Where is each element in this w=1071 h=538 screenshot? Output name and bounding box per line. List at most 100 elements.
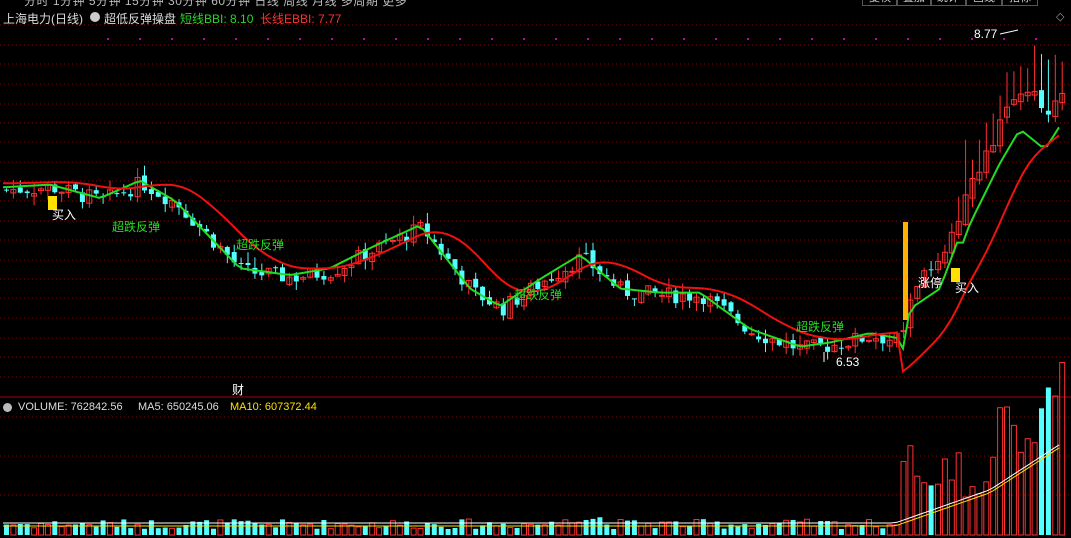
volume-bar	[776, 522, 782, 535]
candle-body	[838, 347, 844, 349]
volume-bar	[665, 521, 672, 536]
signal-dot	[971, 38, 973, 40]
candle-body	[4, 189, 9, 191]
volume-bar	[252, 522, 258, 535]
ma5-label: MA5: 650245.06	[138, 401, 219, 413]
signal-dot	[811, 38, 813, 40]
volume-bar	[866, 519, 872, 536]
volume-bar	[810, 525, 817, 536]
finance-marker-label: 财	[232, 383, 244, 397]
dropdown-icon[interactable]	[3, 403, 12, 412]
volume-bar	[880, 528, 886, 535]
volume-bar	[1017, 451, 1024, 536]
volume-bar	[583, 519, 589, 535]
volume-bar	[1059, 362, 1066, 536]
volume-bar	[797, 521, 803, 536]
candle-body	[93, 190, 99, 194]
volume-bar	[293, 523, 299, 535]
long-ebbi-line	[3, 134, 1060, 374]
volume-bar	[748, 527, 755, 536]
signal-dot	[843, 38, 845, 40]
volume-bar	[369, 522, 376, 536]
volume-bar	[935, 483, 941, 536]
signal-dot	[491, 38, 493, 40]
volume-bar	[659, 521, 665, 536]
volume-bar	[314, 528, 320, 535]
volume-bar	[645, 522, 652, 536]
candle-body	[321, 276, 327, 280]
volume-bar	[217, 519, 224, 536]
volume-bar	[859, 525, 865, 535]
volume-bar	[500, 523, 506, 535]
volume-bar	[417, 527, 424, 536]
volume-bar	[962, 496, 969, 536]
volume-bar	[445, 528, 451, 535]
volume-bar	[707, 522, 714, 536]
volume-bar	[286, 521, 293, 536]
volume-bar	[1045, 387, 1051, 535]
candle-body	[114, 193, 120, 195]
candle-body	[1045, 110, 1051, 115]
signal-dot	[587, 38, 589, 40]
volume-bar	[383, 525, 389, 535]
volume-bar	[721, 528, 727, 535]
candle-body	[162, 196, 168, 205]
candle-body	[480, 286, 486, 301]
volume-bar	[211, 528, 216, 535]
volume-bar	[438, 526, 444, 535]
volume-bar	[1004, 406, 1010, 536]
candle-body	[700, 298, 706, 305]
volume-bar	[487, 522, 492, 535]
volume-bar	[128, 528, 134, 535]
candle-body	[293, 275, 299, 282]
volume-bar	[493, 525, 500, 536]
candle-body	[866, 339, 872, 342]
volume-bar	[142, 528, 147, 535]
volume-label: VOLUME: 762842.56	[18, 401, 123, 413]
volume-bar	[93, 526, 99, 535]
volume-bar	[38, 522, 44, 536]
candle-body	[24, 191, 30, 194]
volume-bar	[1031, 442, 1038, 536]
candle-body	[756, 336, 762, 340]
candle-body	[763, 338, 768, 344]
volume-bar	[162, 527, 168, 535]
candle-body	[238, 262, 244, 264]
signal-dot	[331, 38, 333, 40]
volume-bar	[1039, 408, 1044, 535]
volume-bar	[617, 519, 624, 536]
volume-bar	[569, 522, 576, 536]
volume-bar	[549, 521, 555, 535]
volume-bar	[803, 518, 810, 536]
signal-dot	[875, 38, 877, 40]
buy-marker	[951, 268, 960, 282]
volume-bar	[921, 482, 928, 536]
signal-dot	[555, 38, 557, 40]
volume-bar	[611, 528, 617, 535]
volume-bar	[1052, 395, 1059, 536]
signal-dot	[427, 38, 429, 40]
high-price-label: 8.77	[974, 27, 998, 41]
candle-body	[273, 267, 279, 269]
volume-bar	[893, 524, 900, 536]
candle-body	[259, 271, 265, 276]
volume-bar	[121, 519, 127, 535]
volume-bar	[473, 528, 479, 535]
kline-chart[interactable]: 买入超跌反弹超跌反弹超跌反弹超跌反弹涨停 买入8.776.53财	[0, 0, 1071, 538]
volume-bar	[562, 519, 569, 536]
volume-bar	[1010, 424, 1017, 536]
candle-body	[17, 187, 23, 193]
signal-dot	[203, 38, 205, 40]
candle-body	[659, 294, 665, 297]
volume-bar	[555, 524, 562, 536]
volume-bar	[231, 519, 237, 535]
volume-bar	[1024, 438, 1031, 536]
candle-body	[245, 262, 251, 266]
signal-dot	[267, 38, 269, 40]
volume-bar	[321, 519, 327, 535]
candle-body	[128, 194, 134, 197]
signal-dot	[747, 38, 749, 40]
volume-bar	[355, 526, 362, 536]
candle-body	[549, 279, 555, 281]
signal-dot	[683, 38, 685, 40]
